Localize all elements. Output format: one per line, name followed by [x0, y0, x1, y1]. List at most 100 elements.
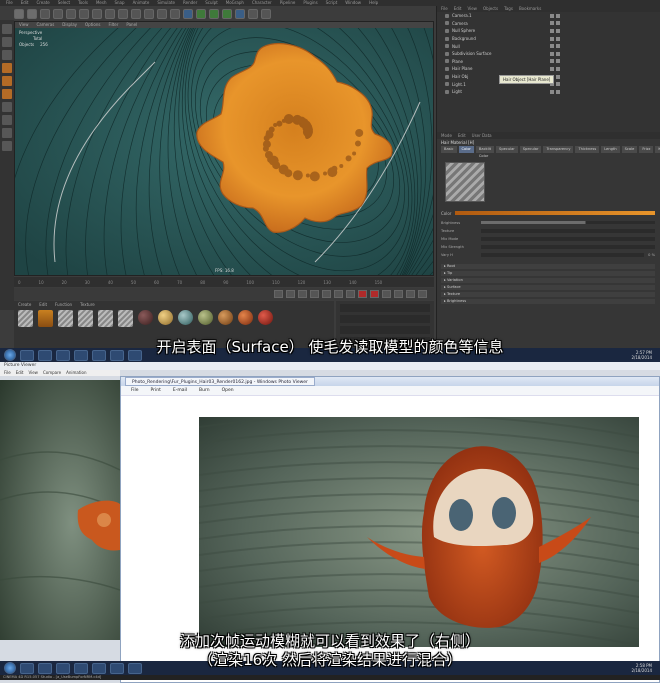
material-ball[interactable]: [218, 310, 233, 325]
material-menu-item[interactable]: Edit: [39, 301, 47, 308]
attribute-tab[interactable]: Frizz: [639, 146, 654, 153]
next-frame-icon[interactable]: [322, 290, 331, 298]
snap-icon[interactable]: [2, 115, 12, 125]
material-menu-item[interactable]: Create: [18, 301, 31, 308]
menu-item[interactable]: Sculpt: [205, 0, 218, 6]
menu-item[interactable]: Create: [36, 0, 49, 6]
attribute-tab[interactable]: Length: [601, 146, 620, 153]
coord-position-field[interactable]: [340, 304, 430, 312]
attribute-input[interactable]: [481, 228, 655, 233]
tag-icon[interactable]: [556, 13, 560, 18]
render-picture-viewer-icon[interactable]: [157, 8, 167, 19]
attribute-section-header[interactable]: ▸ Tip: [441, 271, 655, 276]
material-swatch[interactable]: [58, 310, 73, 327]
object-row[interactable]: Background: [437, 35, 660, 43]
object-row[interactable]: Plane: [437, 58, 660, 66]
material-menu-item[interactable]: Texture: [80, 301, 95, 308]
sculpt-icon[interactable]: [2, 141, 12, 151]
tag-icon[interactable]: [556, 28, 560, 33]
menu-item[interactable]: MoGraph: [226, 0, 244, 6]
viewport-menu-item[interactable]: Panel: [126, 22, 137, 28]
model-mode-icon[interactable]: [2, 24, 12, 34]
hair-material-swatch[interactable]: [38, 310, 53, 327]
scene-icon[interactable]: [235, 8, 245, 19]
attribute-section-header[interactable]: ▸ Variation: [441, 278, 655, 283]
viewport-menu-item[interactable]: Filter: [108, 22, 118, 28]
tag-icon[interactable]: [550, 13, 554, 18]
material-swatch[interactable]: [78, 310, 93, 327]
record-icon[interactable]: [358, 290, 367, 298]
attribute-section-header[interactable]: ▸ Brightness: [441, 299, 655, 304]
attribute-input[interactable]: [481, 244, 655, 249]
photo-viewer-menu-item[interactable]: File: [131, 386, 139, 395]
edges-mode-icon[interactable]: [2, 76, 12, 86]
tag-icon[interactable]: [556, 74, 560, 79]
menu-item[interactable]: Plugins: [303, 0, 317, 6]
attribute-input[interactable]: [481, 221, 655, 224]
tag-icon[interactable]: [550, 66, 554, 71]
tag-icon[interactable]: [550, 21, 554, 26]
object-row[interactable]: Light: [437, 88, 660, 96]
attribute-tab[interactable]: Kink: [655, 146, 660, 153]
array-icon[interactable]: [209, 8, 219, 19]
play-icon[interactable]: [310, 290, 319, 298]
picture-viewer-menu-item[interactable]: File: [4, 370, 11, 376]
rotate-icon[interactable]: [79, 8, 89, 19]
object-manager-menu-item[interactable]: View: [467, 6, 477, 12]
menu-item[interactable]: Tools: [78, 0, 88, 6]
object-manager-menu-item[interactable]: Bookmarks: [519, 6, 541, 12]
object-row[interactable]: Subdivision Surface: [437, 50, 660, 58]
picture-viewer-menu-item[interactable]: Compare: [43, 370, 61, 376]
texture-mode-icon[interactable]: [2, 37, 12, 47]
polygons-mode-icon[interactable]: [2, 89, 12, 99]
light-icon[interactable]: [261, 8, 271, 19]
position-key-icon[interactable]: [394, 290, 403, 298]
photo-viewer-menu-item[interactable]: Open: [222, 386, 234, 395]
tag-icon[interactable]: [556, 59, 560, 64]
tag-icon[interactable]: [550, 44, 554, 49]
material-ball[interactable]: [158, 310, 173, 325]
coord-size-field[interactable]: [340, 315, 430, 323]
axis-x-icon[interactable]: [92, 8, 102, 19]
deformer-icon[interactable]: [222, 8, 232, 19]
attribute-menu-item[interactable]: Mode: [441, 132, 452, 139]
scale-key-icon[interactable]: [406, 290, 415, 298]
menu-item[interactable]: Simulate: [157, 0, 175, 6]
material-menu-item[interactable]: Function: [55, 301, 72, 308]
coord-system-icon[interactable]: [131, 8, 141, 19]
object-row[interactable]: Null Sphere: [437, 27, 660, 35]
picture-viewer-menu-item[interactable]: Animation: [66, 370, 86, 376]
attribute-tab[interactable]: Color: [458, 146, 474, 153]
object-manager-menu-item[interactable]: Tags: [504, 6, 513, 12]
attribute-tab[interactable]: Specular: [496, 146, 518, 153]
attribute-tab[interactable]: Backlit Color: [475, 146, 495, 158]
attribute-section-header[interactable]: ▸ Surface: [441, 285, 655, 290]
camera-icon[interactable]: [248, 8, 258, 19]
prev-frame-icon[interactable]: [298, 290, 307, 298]
goto-end-icon[interactable]: [346, 290, 355, 298]
material-swatch[interactable]: [98, 310, 113, 327]
tag-icon[interactable]: [550, 28, 554, 33]
tag-icon[interactable]: [556, 66, 560, 71]
picture-viewer-menu-item[interactable]: Edit: [16, 370, 24, 376]
axis-z-icon[interactable]: [118, 8, 128, 19]
tag-icon[interactable]: [550, 51, 554, 56]
material-ball[interactable]: [198, 310, 213, 325]
autokey-icon[interactable]: [370, 290, 379, 298]
object-row[interactable]: Null: [437, 42, 660, 50]
attribute-input[interactable]: [481, 252, 645, 257]
object-manager-menu-item[interactable]: Edit: [454, 6, 462, 12]
render-settings-icon[interactable]: [170, 8, 180, 19]
object-row[interactable]: Camera: [437, 20, 660, 28]
tag-icon[interactable]: [556, 44, 560, 49]
lock-workplane-icon[interactable]: [2, 128, 12, 138]
attribute-tab[interactable]: Thickness: [575, 146, 600, 153]
workplane-icon[interactable]: [2, 50, 12, 60]
attribute-tab[interactable]: Transparency: [543, 146, 574, 153]
keyframe-selection-icon[interactable]: [382, 290, 391, 298]
photo-viewer-menu-item[interactable]: Print: [151, 386, 161, 395]
menu-item[interactable]: Select: [58, 0, 70, 6]
material-ball[interactable]: [258, 310, 273, 325]
object-manager-menu-item[interactable]: File: [441, 6, 448, 12]
photo-viewer-tab[interactable]: Photo_Rendering\Fur_Plugins_Hair03_Rende…: [125, 377, 315, 386]
